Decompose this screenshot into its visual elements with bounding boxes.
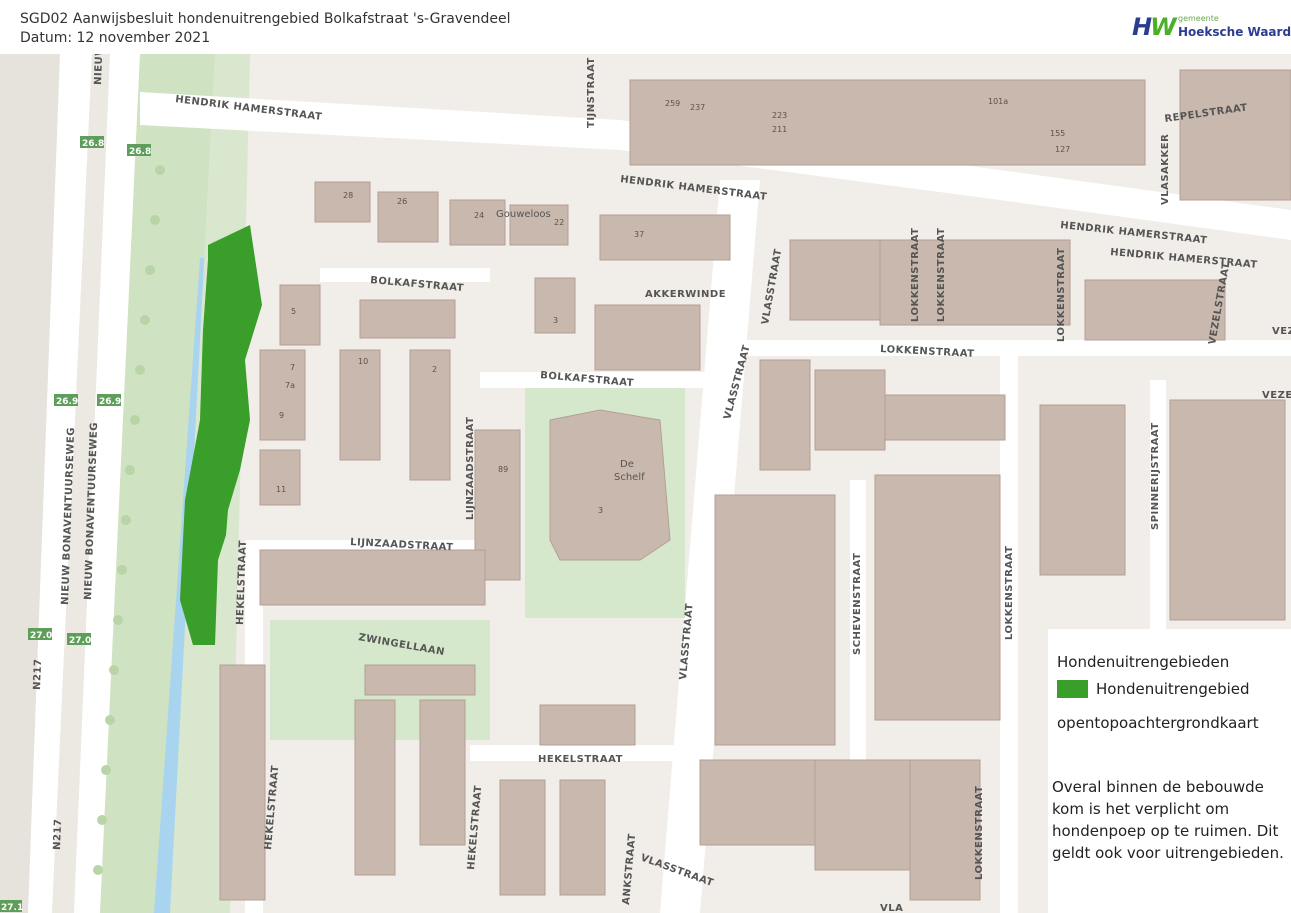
route-label: N217 (52, 818, 64, 850)
elevation-badge-label: 27.0 (30, 631, 52, 641)
map-canvas[interactable]: HENDRIK HAMERSTRAAT HENDRIK HAMERSTRAAT … (0, 54, 1291, 913)
building (909, 759, 981, 901)
legend-title: Hondenuitrengebieden (1057, 653, 1230, 671)
building (814, 369, 886, 451)
building (559, 779, 606, 896)
svg-text:237: 237 (690, 103, 705, 112)
building (419, 699, 466, 846)
elevation-badge-label: 26.8 (82, 139, 104, 149)
building (599, 214, 731, 261)
svg-text:7: 7 (290, 363, 295, 372)
building (259, 449, 301, 506)
map-header: SGD02 Aanwijsbesluit hondenuitrengebied … (0, 0, 1291, 54)
building (279, 284, 321, 346)
municipality-logo: HW gemeente Hoeksche Waard (1132, 12, 1291, 44)
street-label: SCHEVENSTRAAT (852, 553, 863, 655)
building (1084, 279, 1226, 341)
svg-text:259: 259 (665, 99, 680, 108)
building (219, 664, 266, 901)
building (1039, 404, 1126, 576)
building (879, 239, 1071, 326)
building (814, 759, 911, 871)
street-label: HEKELSTRAAT (538, 754, 623, 765)
de-schelf-building (549, 409, 671, 561)
svg-text:2: 2 (432, 365, 437, 374)
map-date: Datum: 12 november 2021 (20, 30, 211, 46)
building (364, 664, 476, 696)
svg-text:211: 211 (772, 125, 787, 134)
logo-name: Hoeksche Waard (1178, 25, 1291, 39)
street-label: LOKKENSTRAAT (936, 228, 947, 322)
building (539, 704, 636, 746)
svg-text:3: 3 (553, 316, 558, 325)
route-label: N217 (32, 658, 44, 690)
building (499, 779, 546, 896)
building (259, 549, 486, 606)
svg-text:22: 22 (554, 218, 564, 227)
svg-text:10: 10 (358, 357, 368, 366)
svg-text:11: 11 (276, 485, 286, 494)
building (1179, 69, 1291, 201)
street-label: VEZEL (1262, 390, 1291, 401)
svg-text:101a: 101a (988, 97, 1008, 106)
street-label: LOKKENSTRAAT (1004, 546, 1015, 640)
svg-text:155: 155 (1050, 129, 1065, 138)
street-label: LOKKENSTRAAT (974, 786, 985, 880)
building (1169, 399, 1286, 621)
elevation-badge-label: 27.0 (69, 636, 91, 646)
building (354, 699, 396, 876)
street-label: VEZ (1272, 326, 1291, 337)
poi-label-schelf: Schelf (614, 472, 645, 483)
svg-text:28: 28 (343, 191, 353, 200)
building (884, 394, 1006, 441)
legend-note: Overal binnen de bebouwde kom is het ver… (1052, 778, 1284, 862)
building (594, 304, 701, 371)
svg-text:24: 24 (474, 211, 484, 220)
building (789, 239, 881, 321)
poi-label-gouweloos: Gouweloos (496, 209, 551, 220)
logo-mark: HW (1132, 13, 1177, 41)
street-label: LOKKENSTRAAT (910, 228, 921, 322)
map-legend: Hondenuitrengebieden Hondenuitrengebied … (1048, 629, 1291, 913)
building (409, 349, 451, 481)
legend-basemap: opentopoachtergrondkaart (1057, 714, 1259, 732)
elevation-badge-label: 27.1 (1, 903, 23, 913)
svg-text:3: 3 (598, 506, 603, 515)
building (339, 349, 381, 461)
street-label: SPINNERIJSTRAAT (1150, 422, 1161, 530)
elevation-badge-label: 26.8 (129, 147, 151, 157)
building (699, 759, 821, 846)
street-label: AKKERWINDE (645, 289, 726, 300)
building (874, 474, 1001, 721)
building (359, 299, 456, 339)
building (714, 494, 836, 746)
logo-small-text: gemeente (1178, 14, 1219, 23)
building (259, 349, 306, 441)
svg-text:5: 5 (291, 307, 296, 316)
elevation-badge-label: 26.9 (56, 397, 78, 407)
legend-item-label: Hondenuitrengebied (1096, 680, 1250, 698)
svg-text:89: 89 (498, 465, 508, 474)
svg-text:7a: 7a (285, 381, 295, 390)
svg-text:223: 223 (772, 111, 787, 120)
svg-text:127: 127 (1055, 145, 1070, 154)
street-label: TIJNSTRAAT (586, 57, 597, 128)
building (449, 199, 506, 246)
map-title: SGD02 Aanwijsbesluit hondenuitrengebied … (20, 11, 511, 27)
street-label: LIJNZAADSTRAAT (465, 417, 476, 520)
building (314, 181, 371, 223)
svg-text:9: 9 (279, 411, 284, 420)
building (377, 191, 439, 243)
svg-text:37: 37 (634, 230, 644, 239)
street-label: VLA (880, 903, 903, 913)
building (759, 359, 811, 471)
svg-text:26: 26 (397, 197, 407, 206)
legend-swatch-dog-area (1057, 680, 1088, 698)
street-label: LOKKENSTRAAT (1056, 248, 1067, 342)
elevation-badge-label: 26.9 (99, 397, 121, 407)
street-label: NIEUW (93, 54, 105, 85)
street-label: VLASAKKER (1160, 134, 1171, 205)
poi-label-de: De (620, 459, 634, 470)
